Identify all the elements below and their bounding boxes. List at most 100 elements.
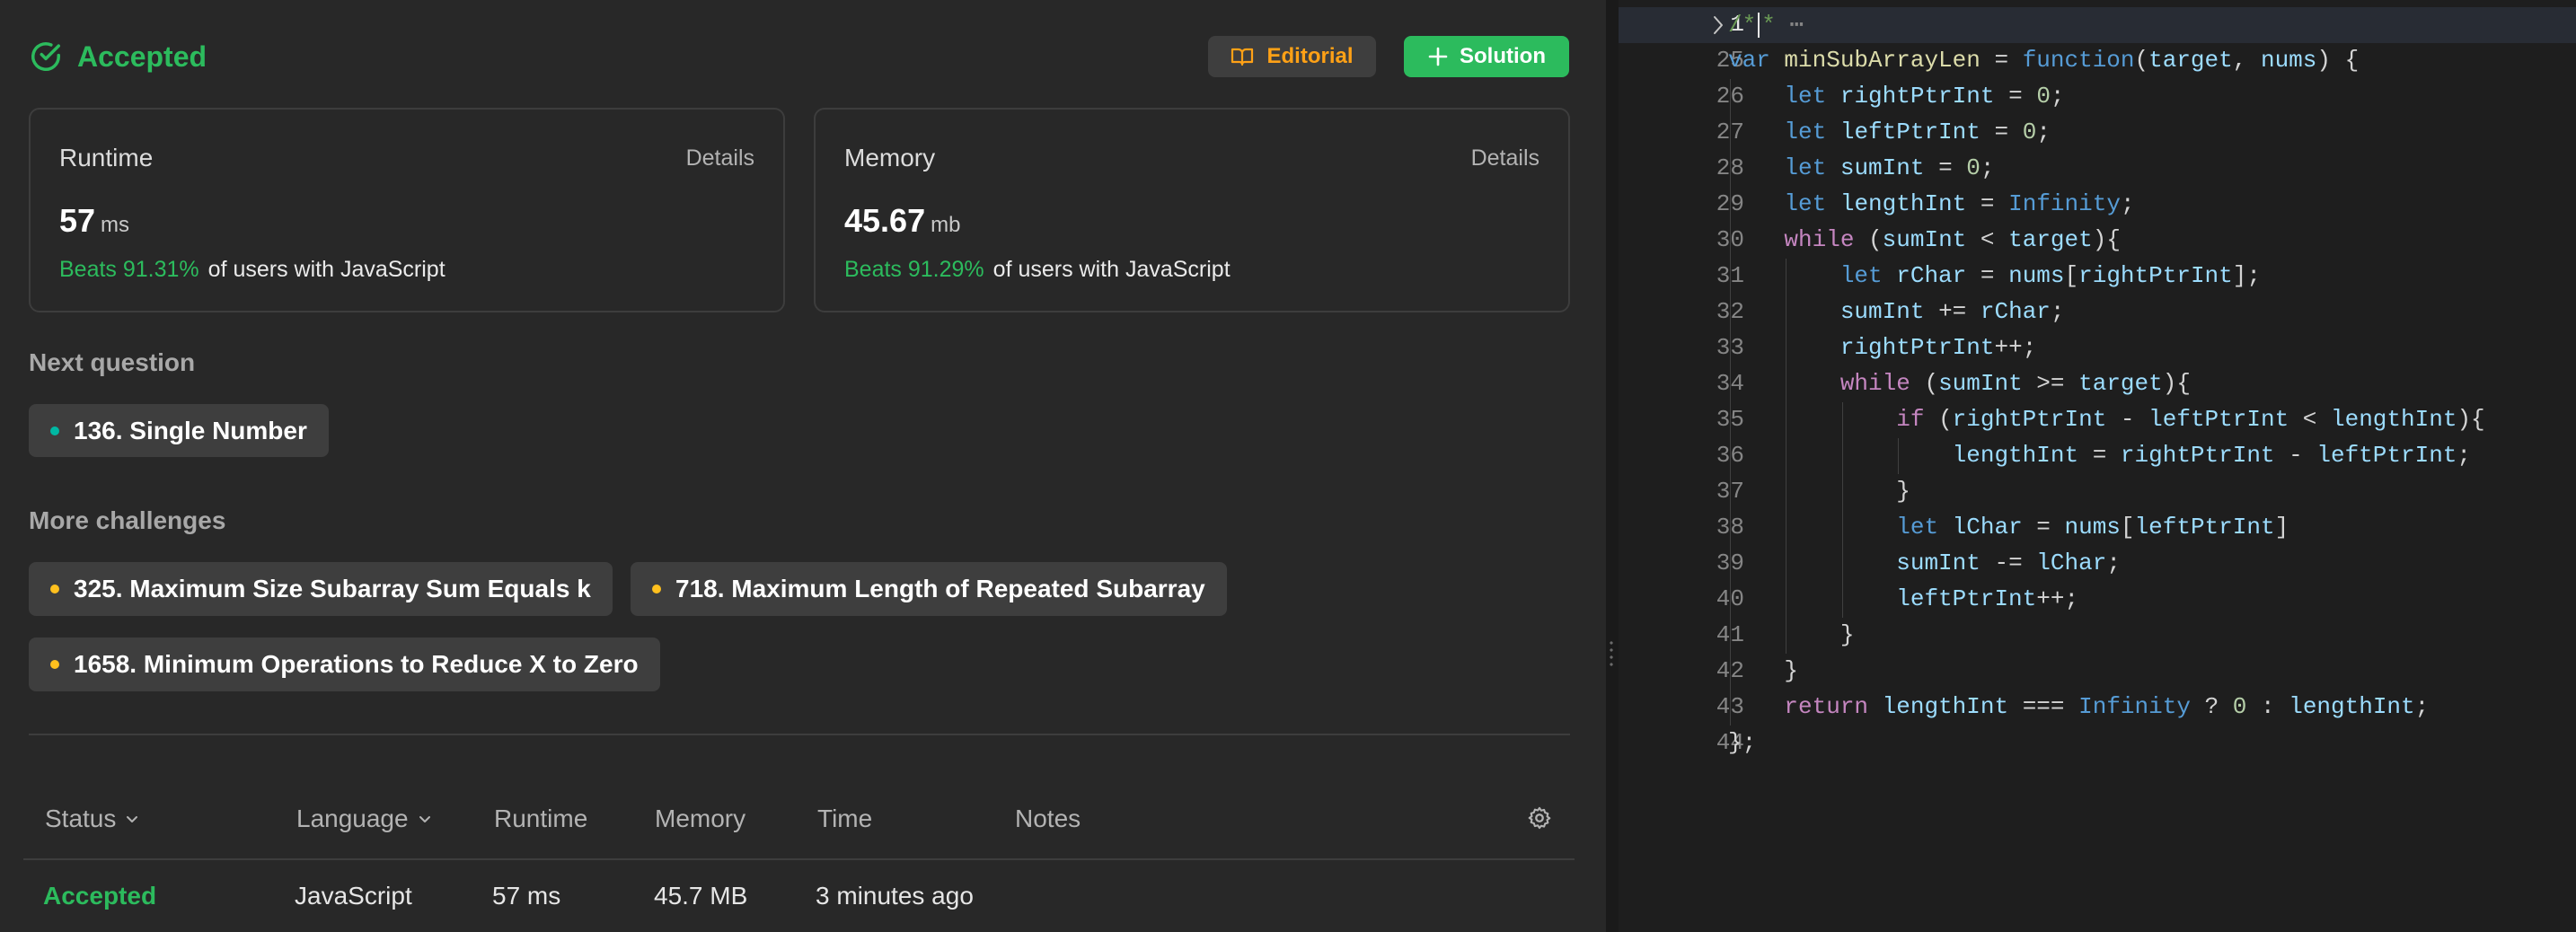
indent-guide	[1841, 402, 1843, 618]
line-number: 37	[1716, 478, 1744, 505]
next-question-label: 136. Single Number	[74, 416, 307, 444]
code-line[interactable]: };	[1728, 729, 1756, 756]
memory-beats-percent: Beats 91.29%	[844, 257, 984, 282]
line-number: 41	[1716, 621, 1744, 648]
editorial-button[interactable]: Editorial	[1208, 36, 1376, 77]
editorial-label: Editorial	[1266, 44, 1354, 68]
line-number: 1	[1730, 11, 1744, 38]
panel-resize-handle[interactable]	[1606, 0, 1619, 932]
line-number: 30	[1716, 226, 1744, 253]
next-question-chip[interactable]: 136. Single Number	[29, 404, 329, 457]
code-line[interactable]: }	[1728, 657, 1798, 684]
runtime-column-header: Runtime	[494, 805, 588, 832]
challenge-label: 1658. Minimum Operations to Reduce X to …	[74, 650, 639, 678]
challenge-chip[interactable]: 325. Maximum Size Subarray Sum Equals k	[29, 562, 613, 616]
code-line[interactable]: let lengthInt = Infinity;	[1728, 190, 2134, 217]
code-line[interactable]: sumInt -= lChar;	[1728, 550, 2121, 576]
line-number: 35	[1716, 406, 1744, 433]
code-line[interactable]: while (sumInt < target){	[1728, 226, 2121, 253]
line-number: 42	[1716, 657, 1744, 684]
code-line[interactable]: let lChar = nums[leftPtrInt]	[1728, 514, 2289, 541]
difficulty-dot	[50, 426, 59, 435]
code-line[interactable]: var minSubArrayLen = function(target, nu…	[1728, 47, 2359, 74]
code-line[interactable]: let rChar = nums[rightPtrInt];	[1728, 262, 2261, 289]
row-runtime: 57 ms	[492, 882, 561, 910]
row-time: 3 minutes ago	[816, 882, 974, 910]
line-number: 39	[1716, 550, 1744, 576]
gear-icon[interactable]	[1527, 805, 1552, 831]
code-line[interactable]: sumInt += rChar;	[1728, 298, 2065, 325]
line-number: 27	[1716, 119, 1744, 145]
code-line[interactable]: rightPtrInt++;	[1728, 334, 2036, 361]
time-column-header: Time	[817, 805, 873, 832]
runtime-beats: Beats 91.31% of users with JavaScript	[59, 257, 446, 283]
code-line[interactable]: /* * ⋯	[1728, 11, 1804, 39]
runtime-unit: ms	[101, 213, 130, 237]
line-number: 32	[1716, 298, 1744, 325]
code-line[interactable]: let leftPtrInt = 0;	[1728, 119, 2051, 145]
code-line[interactable]: }	[1728, 478, 1910, 505]
runtime-beats-percent: Beats 91.31%	[59, 257, 199, 282]
line-number: 25	[1716, 47, 1744, 74]
runtime-beats-text: of users with JavaScript	[207, 257, 446, 282]
divider	[29, 734, 1570, 735]
memory-beats: Beats 91.29% of users with JavaScript	[844, 257, 1231, 283]
line-number: 26	[1716, 83, 1744, 110]
line-number: 40	[1716, 585, 1744, 612]
challenge-label: 718. Maximum Length of Repeated Subarray	[675, 575, 1205, 602]
difficulty-dot	[50, 585, 59, 593]
status-column-header[interactable]: Status	[45, 805, 139, 833]
line-number: 36	[1716, 442, 1744, 469]
plus-icon	[1428, 47, 1448, 66]
difficulty-dot	[652, 585, 661, 593]
challenge-chip[interactable]: 1658. Minimum Operations to Reduce X to …	[29, 637, 660, 691]
line-number: 38	[1716, 514, 1744, 541]
code-line[interactable]: let rightPtrInt = 0;	[1728, 83, 2064, 110]
row-language: JavaScript	[295, 882, 412, 910]
line-number: 43	[1716, 693, 1744, 720]
line-number: 31	[1716, 262, 1744, 289]
runtime-label: Runtime	[59, 144, 154, 171]
table-header-divider	[23, 858, 1575, 860]
difficulty-dot	[50, 660, 59, 669]
solution-button[interactable]: Solution	[1404, 36, 1569, 77]
memory-card: Memory Details 45.67 mb Beats 91.29% of us…	[814, 108, 1570, 312]
code-line[interactable]: return lengthInt === Infinity ? 0 : leng…	[1728, 693, 2429, 720]
code-line[interactable]: }	[1728, 621, 1855, 648]
memory-column-header: Memory	[655, 805, 746, 832]
result-status-title: Accepted	[77, 40, 207, 73]
memory-details-link[interactable]: Details	[1471, 145, 1539, 171]
code-line[interactable]: lengthInt = rightPtrInt - leftPtrInt;	[1728, 442, 2471, 469]
submission-result-panel: Accepted Editorial Solution Runtime Deta…	[0, 0, 1606, 932]
chevron-down-icon	[419, 816, 430, 822]
status-header-label: Status	[45, 805, 117, 832]
runtime-details-link[interactable]: Details	[686, 145, 754, 171]
book-icon	[1231, 48, 1254, 66]
code-line[interactable]: let sumInt = 0;	[1728, 154, 1994, 181]
chevron-right-icon[interactable]	[1712, 14, 1725, 36]
language-header-label: Language	[296, 805, 409, 832]
language-column-header[interactable]: Language	[296, 805, 432, 833]
code-editor[interactable]: 1 25 26 27 28 29 30 31 32 33 34 35 36 37 38 39 40 41 42 43 4…	[1619, 0, 2576, 932]
row-status[interactable]: Accepted	[43, 882, 156, 910]
code-line[interactable]: while (sumInt >= target){	[1728, 370, 2191, 397]
line-number: 44	[1716, 729, 1744, 756]
runtime-card: Runtime Details 57 ms Beats 91.31% of user…	[29, 108, 785, 312]
runtime-value: 57	[59, 202, 96, 239]
line-number: 29	[1716, 190, 1744, 217]
row-memory: 45.7 MB	[654, 882, 748, 910]
code-line[interactable]: leftPtrInt++;	[1728, 585, 2078, 612]
line-number: 33	[1716, 334, 1744, 361]
memory-value: 45.67	[844, 202, 926, 239]
memory-beats-text: of users with JavaScript	[992, 257, 1231, 282]
result-header: Accepted	[29, 40, 207, 74]
challenge-chip[interactable]: 718. Maximum Length of Repeated Subarray	[631, 562, 1227, 616]
line-number: 28	[1716, 154, 1744, 181]
check-circle-icon	[31, 42, 60, 71]
runtime-value-row: 57 ms	[59, 202, 129, 240]
chevron-down-icon	[127, 816, 138, 822]
grip-dots	[1610, 639, 1613, 666]
challenge-label: 325. Maximum Size Subarray Sum Equals k	[74, 575, 591, 602]
memory-label: Memory	[844, 144, 936, 171]
memory-value-row: 45.67 mb	[844, 202, 960, 240]
